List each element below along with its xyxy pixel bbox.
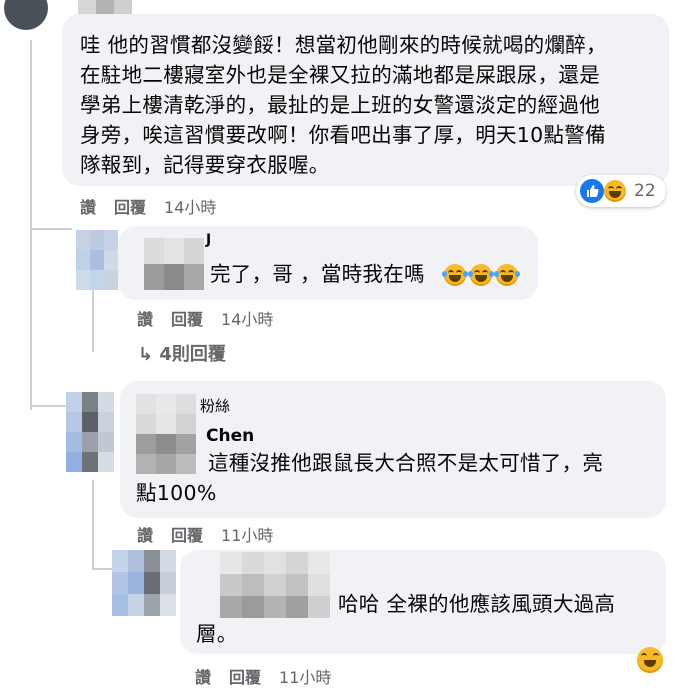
comment-1-line: 學弟上樓清乾淨的，最扯的是上班的女警還淡定的經過他 bbox=[80, 93, 600, 117]
laughing-emoji-icon bbox=[442, 264, 468, 286]
like-link[interactable]: 讚 bbox=[137, 310, 153, 329]
reply-3-text: 哈哈 全裸的他應該風頭大過高 bbox=[338, 592, 616, 616]
like-link[interactable]: 讚 bbox=[80, 198, 96, 217]
reply-1-text: 完了，哥 ，當時我在嗎 bbox=[210, 262, 425, 286]
reply-link[interactable]: 回覆 bbox=[114, 198, 146, 217]
like-link[interactable]: 讚 bbox=[137, 526, 153, 545]
thread-line bbox=[30, 40, 32, 410]
laughing-emoji-icon bbox=[468, 264, 494, 286]
haha-reaction-icon bbox=[604, 180, 626, 202]
reply-link[interactable]: 回覆 bbox=[171, 526, 203, 545]
reply-3-actions: 讚回覆 11小時 bbox=[195, 664, 349, 688]
avatar[interactable] bbox=[112, 550, 176, 616]
blurred-name[interactable] bbox=[220, 552, 330, 618]
reply-2-text: 這種沒推他跟鼠長大合照不是太可惜了，亮 bbox=[208, 451, 604, 475]
thread-branch bbox=[92, 568, 114, 570]
avatar[interactable] bbox=[76, 230, 118, 290]
view-more-replies[interactable]: ↳ 4則回覆 bbox=[138, 340, 226, 366]
blurred-name[interactable] bbox=[144, 238, 204, 290]
comment-1-actions: 讚回覆 14小時 bbox=[80, 194, 234, 218]
reply-1-actions: 讚回覆 14小時 bbox=[137, 306, 291, 330]
reply-3-text: 層。 bbox=[196, 622, 238, 646]
haha-reaction-icon[interactable] bbox=[637, 647, 663, 673]
timestamp[interactable]: 14小時 bbox=[221, 310, 273, 329]
comment-1-line: 隊報到，記得要穿衣服喔。 bbox=[80, 153, 330, 177]
avatar[interactable] bbox=[4, 0, 48, 30]
commenter-name[interactable]: Chen bbox=[206, 426, 254, 446]
reply-2-text: 點100% bbox=[136, 481, 217, 505]
reply-2-actions: 讚回覆 11小時 bbox=[137, 522, 291, 546]
laughing-emoji-icon bbox=[494, 264, 520, 286]
reply-link[interactable]: 回覆 bbox=[229, 668, 261, 687]
thread-line bbox=[92, 290, 94, 352]
avatar[interactable] bbox=[66, 392, 114, 472]
reaction-count: 22 bbox=[634, 181, 656, 201]
reply-link[interactable]: 回覆 bbox=[171, 310, 203, 329]
comment-1-line: 身旁，唉這習慣要改啊！你看吧出事了厚，明天10點警備 bbox=[80, 123, 606, 147]
comment-1-line: 在駐地二樓寢室外也是全裸又拉的滿地都是屎跟尿，還是 bbox=[80, 63, 600, 87]
comment-1-line: 哇 他的習慣都沒變餒！想當初他剛來的時候就喝的爛醉， bbox=[80, 33, 607, 57]
thread-branch bbox=[30, 228, 72, 230]
blurred-name[interactable] bbox=[136, 394, 196, 474]
like-reaction-icon bbox=[580, 179, 604, 203]
timestamp[interactable]: 11小時 bbox=[221, 526, 273, 545]
commenter-name[interactable]: J bbox=[206, 232, 211, 248]
reaction-summary[interactable]: 22 bbox=[576, 175, 666, 207]
like-link[interactable]: 讚 bbox=[195, 668, 211, 687]
thread-line bbox=[92, 480, 94, 570]
timestamp[interactable]: 11小時 bbox=[279, 668, 331, 687]
timestamp[interactable]: 14小時 bbox=[164, 198, 216, 217]
fan-badge: 粉絲 bbox=[200, 397, 231, 415]
